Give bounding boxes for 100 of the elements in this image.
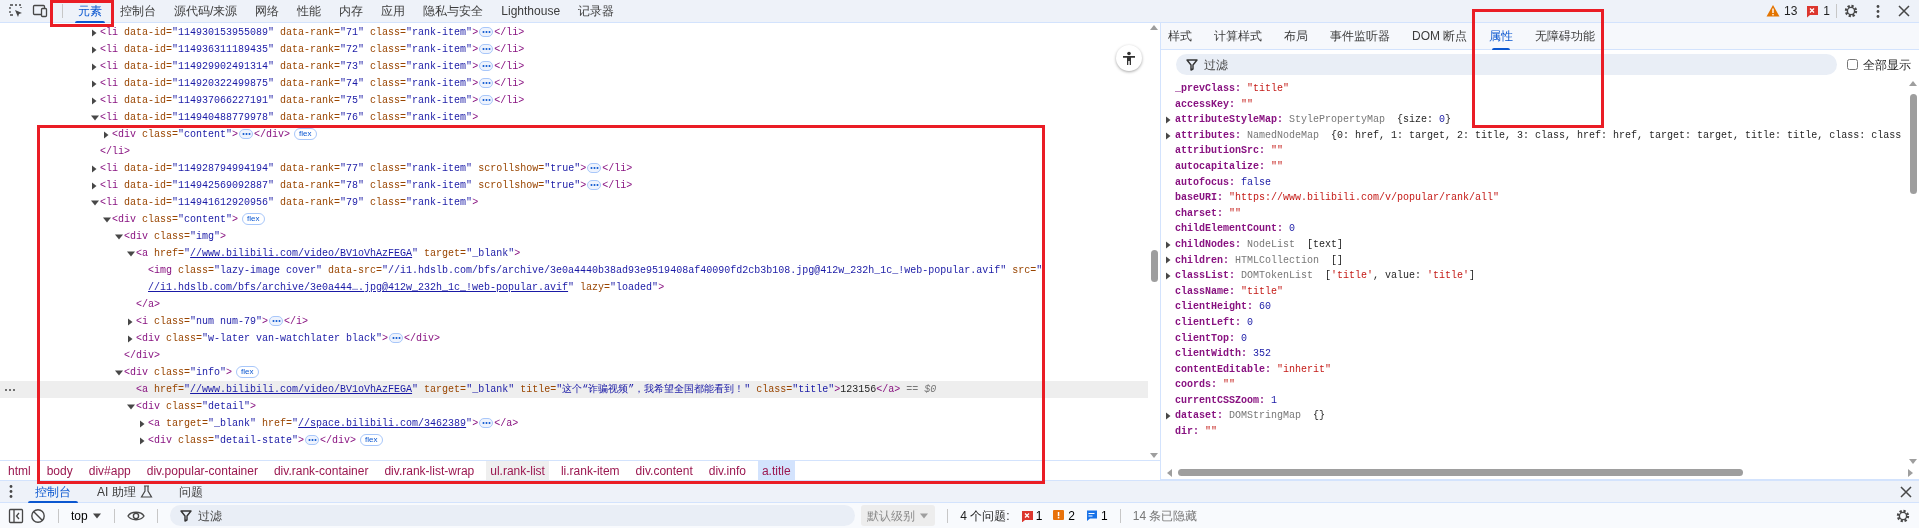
sidebar-tab[interactable]: 布局	[1281, 22, 1311, 50]
breadcrumb-item[interactable]: body	[42, 461, 77, 480]
settings-icon[interactable]	[1895, 507, 1911, 524]
ellipsis-button[interactable]	[479, 61, 494, 72]
code-text: </div>	[254, 128, 291, 142]
console-filter-field[interactable]: 过滤	[169, 505, 856, 526]
ellipsis-button[interactable]	[269, 316, 284, 327]
panel-tab[interactable]: 控制台	[111, 0, 165, 23]
annotation-box	[50, 0, 114, 27]
error-icon	[1805, 4, 1820, 18]
ellipsis-button[interactable]	[479, 95, 494, 106]
ellipsis-button[interactable]	[479, 44, 494, 55]
panel-tab[interactable]: 元素	[69, 0, 111, 23]
sidebar-tab[interactable]: 样式	[1165, 22, 1195, 50]
breadcrumb-item[interactable]: div.rank-container	[269, 461, 373, 480]
code-text: <div class="content">	[112, 128, 239, 142]
error-count[interactable]: 1	[1805, 2, 1830, 20]
expand-arrow-icon[interactable]	[1164, 130, 1172, 141]
show-all-checkbox[interactable]	[1847, 59, 1858, 70]
breadcrumb-item[interactable]: ul.rank-list	[486, 461, 549, 480]
device-toolbar-icon[interactable]	[32, 3, 48, 19]
code-link[interactable]: //www.bilibili.com/video/BV1oVhAzFEGA	[190, 384, 413, 395]
code-text: </li>	[602, 162, 633, 176]
code-text: </div>	[404, 332, 441, 346]
property-value: "title"	[1240, 284, 1284, 299]
expand-arrow-icon[interactable]	[1164, 255, 1172, 266]
filter-field[interactable]: 过滤	[1176, 54, 1837, 75]
scrollbar-thumb[interactable]	[1150, 250, 1158, 282]
property-name: _prevClass:	[1175, 82, 1241, 96]
code-link[interactable]: //www.bilibili.com/video/BV1oVhAzFEGA	[190, 248, 413, 259]
settings-icon[interactable]	[1843, 3, 1859, 19]
scroll-down-icon[interactable]	[1908, 457, 1918, 466]
scroll-right-icon[interactable]	[1906, 467, 1915, 478]
breadcrumb-item[interactable]: div#app	[84, 461, 135, 480]
breadcrumb-item[interactable]: html	[4, 461, 35, 480]
accessibility-button[interactable]	[1116, 45, 1142, 71]
filter-icon	[1186, 58, 1198, 71]
sidebar-tab[interactable]: DOM 断点	[1409, 22, 1471, 50]
property-name: accessKey:	[1175, 97, 1235, 112]
property-value: NodeList [text]	[1246, 237, 1344, 252]
ellipsis-button[interactable]	[479, 78, 494, 89]
breadcrumb-item[interactable]: div.content	[631, 461, 697, 480]
breadcrumb-item[interactable]: div.popular-container	[142, 461, 262, 480]
more-options-icon[interactable]	[1875, 3, 1881, 19]
ellipsis-button[interactable]	[479, 27, 494, 38]
sidebar-toggle-icon[interactable]	[8, 507, 24, 524]
warning-issue-count[interactable]: 2	[1052, 506, 1075, 525]
breadcrumb-item[interactable]: li.rank-item	[556, 461, 624, 480]
ellipsis-button[interactable]	[479, 418, 494, 429]
drawer-tab[interactable]: AI 助理	[84, 480, 166, 503]
expand-arrow-icon[interactable]	[1164, 411, 1172, 422]
breadcrumb-item[interactable]: div.rank-list-wrap	[380, 461, 479, 480]
panel-tab[interactable]: 网络	[246, 0, 289, 23]
ellipsis-icon	[270, 319, 282, 324]
panel-tab[interactable]: 性能	[288, 0, 331, 23]
warning-count[interactable]: 13	[1765, 2, 1798, 20]
scroll-left-icon[interactable]	[1165, 467, 1174, 478]
code-text: <li data-id="114942569092887" data-rank="78" class="rank-item" scrollshow="true">	[100, 179, 587, 193]
inspect-icon[interactable]	[8, 3, 24, 19]
scrollbar-thumb[interactable]	[1178, 469, 1743, 476]
panel-tab[interactable]: 源代码/来源	[165, 0, 247, 23]
property-value: DOMStringMap {}	[1228, 409, 1326, 424]
expand-arrow-icon[interactable]	[1164, 115, 1172, 125]
panel-tab[interactable]: 隐私与安全	[414, 0, 493, 23]
info-issue-count[interactable]: 1	[1085, 506, 1108, 525]
ellipsis-button[interactable]	[587, 163, 602, 174]
property-name: autocapitalize:	[1175, 159, 1265, 174]
sidebar-tab[interactable]: 无障碍功能	[1532, 22, 1599, 50]
checkbox-label: 全部显示	[1863, 56, 1911, 74]
panel-tab[interactable]: 内存	[330, 0, 373, 23]
ellipsis-button[interactable]	[305, 435, 320, 446]
drawer-menu-icon[interactable]	[8, 484, 14, 499]
sidebar-tab[interactable]: 属性	[1486, 22, 1517, 50]
close-icon[interactable]	[1897, 4, 1911, 18]
code-text: <a target="_blank" href="	[148, 417, 299, 431]
context-dropdown[interactable]: top	[71, 506, 102, 525]
breadcrumb-item[interactable]: a.title	[757, 461, 795, 480]
drawer-tab[interactable]: 控制台	[22, 480, 84, 503]
scrollbar-thumb[interactable]	[1909, 94, 1917, 194]
drawer-tab[interactable]: 问题	[165, 480, 216, 503]
code-link[interactable]: //space.bilibili.com/3462389	[298, 418, 467, 429]
expand-arrow-icon[interactable]	[1164, 239, 1172, 250]
sidebar-tab[interactable]: 计算样式	[1211, 22, 1265, 50]
property-value: NamedNodeMap {0: href, 1: target, 2: title, 3: class, href: href, target: target, title: title, class: class	[1246, 128, 1902, 143]
panel-tab[interactable]: 记录器	[569, 0, 624, 23]
scroll-up-icon[interactable]	[1908, 79, 1918, 88]
panel-tab[interactable]: 应用	[372, 0, 415, 23]
code-text: <li data-id="114941612920956" data-rank="79" class="rank-item">	[100, 196, 479, 210]
code-link[interactable]: //i1.hdslb.com/bfs/archive/3e0a444….jpg@412w_232h_1c_!web-popular.avif	[148, 282, 569, 293]
error-issue-count[interactable]: 1	[1019, 506, 1043, 525]
ellipsis-button[interactable]	[239, 129, 254, 140]
close-icon[interactable]	[1899, 484, 1913, 499]
clear-console-icon[interactable]	[30, 507, 46, 524]
panel-tab[interactable]: Lighthouse	[492, 0, 570, 23]
ellipsis-button[interactable]	[389, 333, 404, 344]
sidebar-tab[interactable]: 事件监听器	[1327, 22, 1393, 50]
ellipsis-button[interactable]	[587, 180, 602, 191]
breadcrumb-item[interactable]: div.info	[704, 461, 750, 480]
gutter-dots-icon[interactable]	[4, 387, 16, 392]
expand-arrow-icon[interactable]	[1164, 270, 1172, 281]
